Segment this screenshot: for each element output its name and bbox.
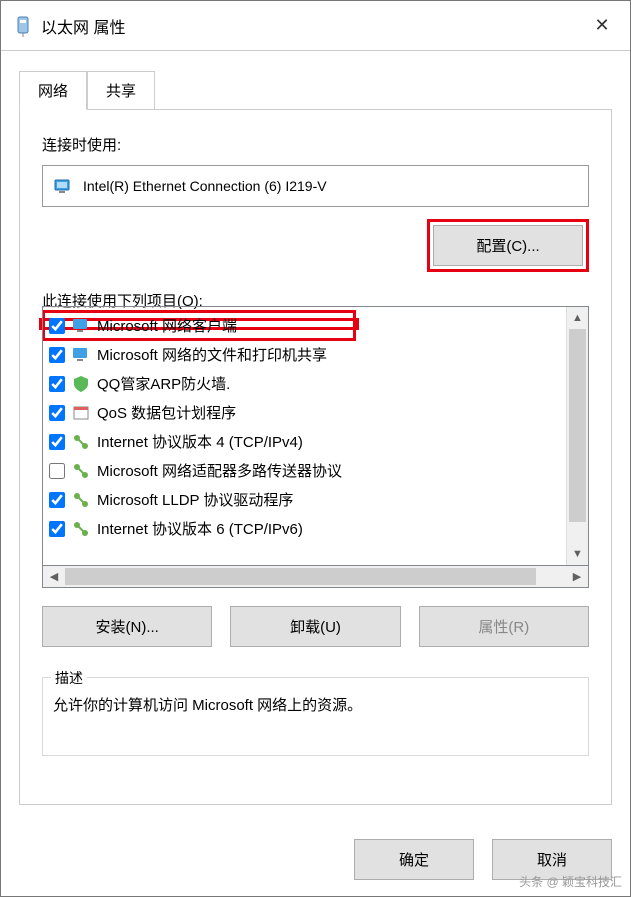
item-label: Internet 协议版本 4 (TCP/IPv4) (97, 431, 303, 452)
description-heading: 描述 (51, 668, 87, 688)
watermark: 头条 @ 颖宝科技汇 (519, 873, 622, 890)
scroll-left-arrow-icon[interactable]: ◀ (43, 566, 65, 587)
network-adapter-icon (53, 176, 73, 196)
item-label: Internet 协议版本 6 (TCP/IPv6) (97, 518, 303, 539)
description-box: 描述 允许你的计算机访问 Microsoft 网络上的资源。 (42, 677, 589, 756)
item-checkbox[interactable] (49, 318, 65, 334)
uninstall-button[interactable]: 卸载(U) (230, 606, 400, 647)
scroll-thumb[interactable] (65, 568, 536, 585)
monitor-icon (71, 345, 91, 365)
item-checkbox[interactable] (49, 463, 65, 479)
scroll-down-arrow-icon[interactable]: ▼ (567, 543, 588, 565)
configure-button[interactable]: 配置(C)... (433, 225, 583, 266)
item-label: QoS 数据包计划程序 (97, 402, 236, 423)
connect-using-label: 连接时使用: (42, 134, 589, 155)
list-item[interactable]: Internet 协议版本 6 (TCP/IPv6) (43, 514, 566, 543)
schedule-icon (71, 403, 91, 423)
install-button[interactable]: 安装(N)... (42, 606, 212, 647)
title-bar: 以太网 属性 ✕ (1, 1, 630, 51)
list-item[interactable]: QQ管家ARP防火墙. (43, 369, 566, 398)
item-label: Microsoft LLDP 协议驱动程序 (97, 489, 293, 510)
vertical-scrollbar[interactable]: ▲ ▼ (566, 307, 588, 565)
ethernet-properties-dialog: 以太网 属性 ✕ 网络 共享 连接时使用: Intel(R) Ethernet … (0, 0, 631, 897)
tab-sharing[interactable]: 共享 (87, 71, 155, 109)
item-checkbox[interactable] (49, 521, 65, 537)
tab-network[interactable]: 网络 (19, 71, 87, 110)
properties-button[interactable]: 属性(R) (419, 606, 589, 647)
protocol-icon (71, 461, 91, 481)
item-checkbox[interactable] (49, 405, 65, 421)
list-item[interactable]: QoS 数据包计划程序 (43, 398, 566, 427)
item-label: Microsoft 网络适配器多路传送器协议 (97, 460, 342, 481)
components-list: Microsoft 网络客户端 Microsoft 网络的文件和打印机共享 QQ… (42, 306, 589, 566)
scroll-thumb[interactable] (569, 329, 586, 522)
protocol-icon (71, 519, 91, 539)
item-label: Microsoft 网络客户端 (97, 315, 237, 336)
protocol-icon (71, 490, 91, 510)
item-checkbox[interactable] (49, 492, 65, 508)
close-icon: ✕ (594, 15, 609, 36)
description-text: 允许你的计算机访问 Microsoft 网络上的资源。 (53, 694, 578, 715)
ethernet-icon (15, 15, 31, 37)
horizontal-scrollbar[interactable]: ◀ ▶ (42, 566, 589, 588)
list-item[interactable]: Internet 协议版本 4 (TCP/IPv4) (43, 427, 566, 456)
monitor-icon (71, 316, 91, 336)
scroll-right-arrow-icon[interactable]: ▶ (566, 566, 588, 587)
item-checkbox[interactable] (49, 347, 65, 363)
ok-button[interactable]: 确定 (354, 839, 474, 880)
highlight-configure: 配置(C)... (427, 219, 589, 272)
adapter-name: Intel(R) Ethernet Connection (6) I219-V (83, 178, 327, 194)
item-checkbox[interactable] (49, 434, 65, 450)
close-button[interactable]: ✕ (582, 11, 622, 41)
tab-panel-network: 连接时使用: Intel(R) Ethernet Connection (6) … (19, 109, 612, 805)
window-title: 以太网 属性 (41, 14, 582, 38)
item-checkbox[interactable] (49, 376, 65, 392)
list-item[interactable]: Microsoft 网络的文件和打印机共享 (43, 340, 566, 369)
item-label: QQ管家ARP防火墙. (97, 373, 230, 394)
adapter-box: Intel(R) Ethernet Connection (6) I219-V (42, 165, 589, 207)
list-item[interactable]: Microsoft LLDP 协议驱动程序 (43, 485, 566, 514)
tab-strip: 网络 共享 (1, 51, 630, 109)
protocol-icon (71, 432, 91, 452)
components-list-inner[interactable]: Microsoft 网络客户端 Microsoft 网络的文件和打印机共享 QQ… (43, 307, 566, 565)
list-item[interactable]: Microsoft 网络客户端 (43, 311, 355, 340)
list-item[interactable]: Microsoft 网络适配器多路传送器协议 (43, 456, 566, 485)
scroll-up-arrow-icon[interactable]: ▲ (567, 307, 588, 329)
shield-icon (71, 374, 91, 394)
item-label: Microsoft 网络的文件和打印机共享 (97, 344, 327, 365)
